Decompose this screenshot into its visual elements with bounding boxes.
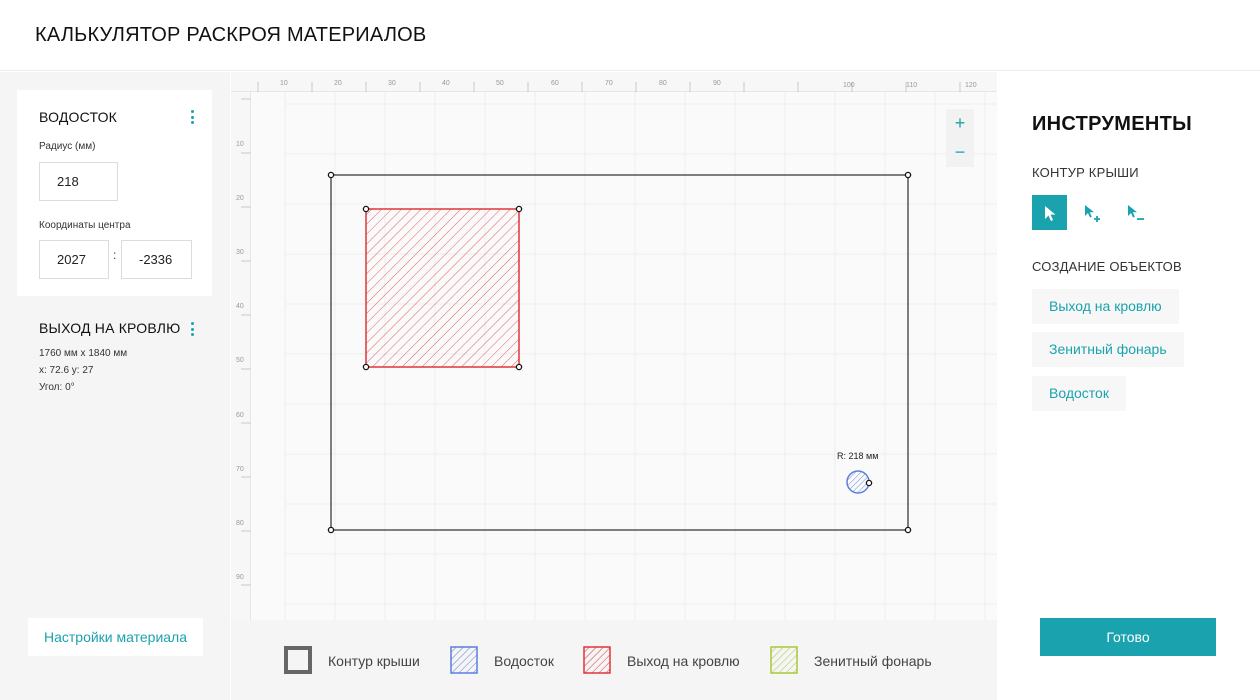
roof-exit-swatch-icon [583, 646, 611, 674]
contour-swatch-icon [284, 646, 312, 674]
select-tool-button[interactable] [1032, 195, 1067, 230]
create-skylight-button[interactable]: Зенитный фонарь [1032, 332, 1184, 367]
remove-point-icon [1128, 205, 1144, 220]
ruler-left-label: 10 [236, 141, 244, 148]
roof-exit-card-title: ВЫХОД НА КРОВЛЮ [39, 320, 181, 336]
ruler-top-label: 40 [442, 80, 450, 87]
gutter-card: ВОДОСТОК Радиус (мм) 218 Координаты цент… [17, 90, 212, 296]
create-roof-exit-button[interactable]: Выход на кровлю [1032, 289, 1179, 324]
ruler-top-label: 30 [388, 80, 396, 87]
drawing-canvas[interactable]: 10 20 30 40 50 60 70 80 90 100 110 120 1… [231, 72, 997, 620]
ruler-left-label: 60 [236, 412, 244, 419]
done-button[interactable]: Готово [1040, 618, 1216, 656]
ruler-left: 10 20 30 40 50 60 70 80 90 [231, 92, 251, 620]
tools-panel: ИНСТРУМЕНТЫ КОНТУР КРЫШИ СОЗДАНИЕ ОБЪЕКТ… [997, 72, 1260, 700]
ruler-left-label: 40 [236, 303, 244, 310]
ruler-top: 10 20 30 40 50 60 70 80 90 100 110 120 [231, 72, 997, 92]
material-settings-button[interactable]: Настройки материала [28, 618, 203, 656]
gutter-more-icon[interactable] [189, 110, 195, 126]
gutter-shape[interactable] [846, 470, 873, 494]
add-point-icon [1085, 205, 1100, 222]
ruler-top-label: 50 [496, 80, 504, 87]
add-point-tool-button[interactable] [1075, 195, 1110, 230]
drawing-surface[interactable]: R: 218 мм [251, 92, 997, 620]
ruler-top-label: 100 [843, 82, 855, 89]
app-header: КАЛЬКУЛЯТОР РАСКРОЯ МАТЕРИАЛОВ [0, 0, 1260, 71]
roof-exit-size: 1760 мм х 1840 мм [39, 348, 128, 359]
ruler-left-label: 50 [236, 357, 244, 364]
roof-contour-section-title: КОНТУР КРЫШИ [1032, 165, 1139, 180]
ruler-top-label: 60 [551, 80, 559, 87]
zoom-out-button[interactable]: − [946, 138, 974, 167]
roof-exit-shape[interactable] [362, 205, 523, 371]
gutter-radius-label: R: 218 мм [837, 451, 878, 461]
legend: Контур крыши Водосток Выход на кровлю Зе… [231, 620, 997, 700]
center-coords-label: Координаты центра [39, 220, 131, 231]
center-y-field[interactable]: -2336 [121, 240, 192, 279]
roof-exit-card: ВЫХОД НА КРОВЛЮ 1760 мм х 1840 мм x: 72.… [17, 308, 212, 398]
legend-label: Водосток [494, 653, 554, 669]
ruler-top-label: 110 [906, 82, 918, 89]
ruler-top-label: 10 [280, 80, 288, 87]
ruler-left-label: 90 [236, 574, 244, 581]
roof-exit-more-icon[interactable] [189, 322, 195, 338]
coords-separator: : [113, 248, 117, 262]
roof-exit-position: x: 72.6 y: 27 [39, 365, 94, 376]
zoom-controls: + − [946, 109, 974, 167]
create-objects-section-title: СОЗДАНИЕ ОБЪЕКТОВ [1032, 259, 1182, 274]
ruler-top-label: 20 [334, 80, 342, 87]
ruler-left-label: 70 [236, 466, 244, 473]
create-gutter-button[interactable]: Водосток [1032, 376, 1126, 411]
ruler-left-label: 80 [236, 520, 244, 527]
zoom-in-button[interactable]: + [946, 109, 974, 138]
legend-label: Контур крыши [328, 653, 420, 669]
app-title: КАЛЬКУЛЯТОР РАСКРОЯ МАТЕРИАЛОВ [35, 24, 427, 46]
ruler-top-label: 90 [713, 80, 721, 87]
gutter-swatch-icon [450, 646, 478, 674]
legend-label: Зенитный фонарь [814, 653, 932, 669]
gutter-card-title: ВОДОСТОК [39, 109, 118, 125]
ruler-top-label: 120 [965, 82, 977, 89]
ruler-top-label: 80 [659, 80, 667, 87]
remove-point-tool-button[interactable] [1118, 195, 1153, 230]
roof-exit-angle: Угол: 0° [39, 382, 75, 393]
ruler-left-label: 30 [236, 249, 244, 256]
properties-panel: ВОДОСТОК Радиус (мм) 218 Координаты цент… [0, 72, 230, 700]
ruler-top-label: 70 [605, 80, 613, 87]
skylight-swatch-icon [770, 646, 798, 674]
radius-label: Радиус (мм) [39, 141, 96, 152]
select-pointer-icon [1045, 206, 1056, 221]
legend-label: Выход на кровлю [627, 653, 740, 669]
center-x-field[interactable]: 2027 [39, 240, 109, 279]
ruler-left-label: 20 [236, 195, 244, 202]
tools-title: ИНСТРУМЕНТЫ [1032, 113, 1193, 135]
radius-field[interactable]: 218 [39, 162, 118, 201]
